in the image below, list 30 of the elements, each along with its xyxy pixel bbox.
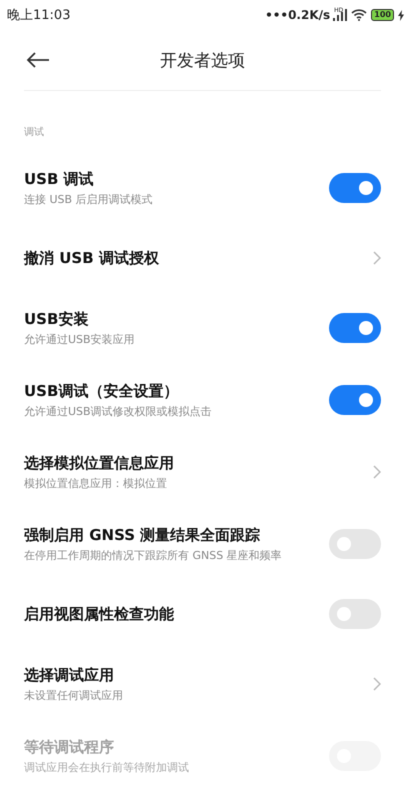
setting-title[interactable]: USB调试（安全设置） <box>24 382 329 400</box>
setting-description: 连接 USB 后启用调试模式 <box>24 192 154 206</box>
chevron-right-icon <box>373 677 381 691</box>
toggle-switch[interactable] <box>329 529 381 559</box>
battery-level: 100 <box>371 9 394 21</box>
setting-title[interactable]: USB安装 <box>24 310 329 328</box>
setting-title[interactable]: 撤消 USB 调试授权 <box>24 248 373 268</box>
wifi-icon <box>351 9 368 21</box>
toggle-switch[interactable] <box>329 173 381 203</box>
setting-description: 在停用工作周期的情况下跟踪所有 GNSS 星座和频率 <box>24 548 283 562</box>
status-time: 晚上11:03 <box>7 7 72 24</box>
setting-title[interactable]: USB 调试 <box>24 170 329 188</box>
setting-title[interactable]: 强制启用 GNSS 测量结果全面跟踪 <box>24 526 329 544</box>
setting-description: 允许通过USB调试修改权限或模拟点击 <box>24 404 213 418</box>
page-title: 开发者选项 <box>160 50 245 72</box>
chevron-right-icon <box>373 465 381 479</box>
signal-icon <box>333 9 348 21</box>
toggle-switch[interactable] <box>329 385 381 415</box>
setting-description: 模拟位置信息应用：模拟位置 <box>24 476 168 490</box>
setting-title[interactable]: 选择模拟位置信息应用 <box>24 454 373 472</box>
setting-description: 调试应用会在执行前等待附加调试 <box>24 760 190 774</box>
setting-title[interactable]: 启用视图属性检查功能 <box>24 604 329 624</box>
toggle-switch[interactable] <box>329 313 381 343</box>
section-label: 调试 <box>24 126 44 139</box>
setting-title[interactable]: 选择调试应用 <box>24 666 373 684</box>
setting-description: 允许通过USB安装应用 <box>24 332 136 346</box>
chevron-right-icon <box>373 251 381 265</box>
toggle-switch[interactable] <box>329 599 381 629</box>
setting-description: 未设置任何调试应用 <box>24 688 124 702</box>
network-speed: •••0.2K/s <box>265 8 330 22</box>
